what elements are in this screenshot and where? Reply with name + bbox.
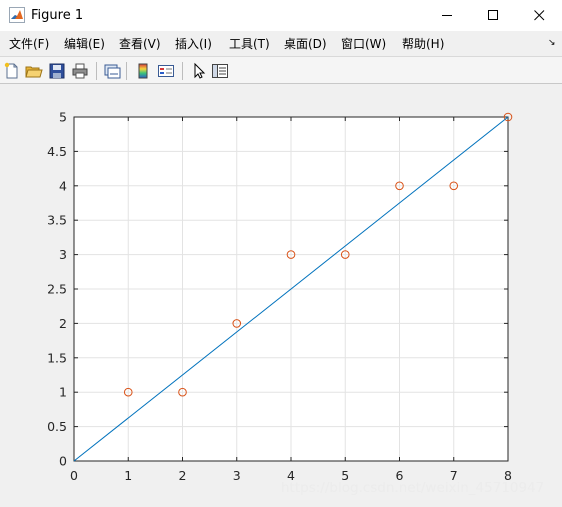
plot-axes[interactable]: 0 1 2 3 4 5 6 7 800.511.522.533.544.55 xyxy=(0,84,562,507)
insert-legend-icon[interactable] xyxy=(157,62,175,80)
x-tick-label: 2 xyxy=(179,468,187,483)
matlab-logo-icon xyxy=(9,7,25,23)
new-figure-icon[interactable] xyxy=(3,62,21,80)
figure-canvas[interactable]: 0 1 2 3 4 5 6 7 8 0 0.5 1 1.5 2 2.5 3 3.5 4 4.5 5 xyxy=(0,84,562,507)
menu-help[interactable]: 帮助(H) xyxy=(402,37,444,51)
y-tick-label: 1.5 xyxy=(47,350,67,365)
y-tick-label: 2 xyxy=(59,316,67,331)
save-icon[interactable] xyxy=(48,62,66,80)
y-tick-label: 3 xyxy=(59,247,67,262)
figure-window: Figure 1 文件(F) 编辑(E) 查看(V) 插入(I) 工具(T) 桌… xyxy=(0,0,562,507)
toolbar-separator xyxy=(126,62,127,80)
x-tick-label: 1 xyxy=(124,468,132,483)
open-file-icon[interactable] xyxy=(25,62,43,80)
y-tick-label: 1 xyxy=(59,385,67,400)
watermark-text: https://blog.csdn.net/weixin_45710947 xyxy=(281,480,545,496)
menu-view[interactable]: 查看(V) xyxy=(119,37,161,51)
toolbar-separator xyxy=(96,62,97,80)
edit-plot-cursor-icon[interactable] xyxy=(190,62,208,80)
close-button[interactable] xyxy=(516,0,562,31)
x-tick-label: 3 xyxy=(233,468,241,483)
property-inspector-icon[interactable] xyxy=(211,62,229,80)
toolbar-separator xyxy=(182,62,183,80)
maximize-icon xyxy=(488,10,498,20)
menu-window[interactable]: 窗口(W) xyxy=(341,37,386,51)
menu-tools[interactable]: 工具(T) xyxy=(229,37,270,51)
y-tick-label: 5 xyxy=(59,110,67,125)
menu-bar: 文件(F) 编辑(E) 查看(V) 插入(I) 工具(T) 桌面(D) 窗口(W… xyxy=(0,31,562,56)
window-title: Figure 1 xyxy=(31,8,84,23)
y-tick-label: 2.5 xyxy=(47,282,67,297)
y-tick-label: 4.5 xyxy=(47,144,67,159)
y-tick-label: 3.5 xyxy=(47,213,67,228)
title-bar[interactable]: Figure 1 xyxy=(0,0,562,31)
menu-insert[interactable]: 插入(I) xyxy=(175,37,212,51)
close-icon xyxy=(534,10,545,21)
print-icon[interactable] xyxy=(71,62,89,80)
minimize-icon xyxy=(442,15,452,16)
x-tick-label: 0 xyxy=(70,468,78,483)
menu-file[interactable]: 文件(F) xyxy=(9,37,49,51)
y-tick-label: 0 xyxy=(59,454,67,469)
minimize-button[interactable] xyxy=(424,0,470,31)
link-figure-icon[interactable] xyxy=(103,62,121,80)
figure-toolbar xyxy=(0,56,562,84)
menu-edit[interactable]: 编辑(E) xyxy=(64,37,105,51)
menu-desktop[interactable]: 桌面(D) xyxy=(284,37,327,51)
menu-overflow-arrow[interactable]: ↘ xyxy=(548,38,556,48)
maximize-button[interactable] xyxy=(470,0,516,31)
insert-colorbar-icon[interactable] xyxy=(134,62,152,80)
y-tick-label: 4 xyxy=(59,178,67,193)
y-tick-label: 0.5 xyxy=(47,419,67,434)
